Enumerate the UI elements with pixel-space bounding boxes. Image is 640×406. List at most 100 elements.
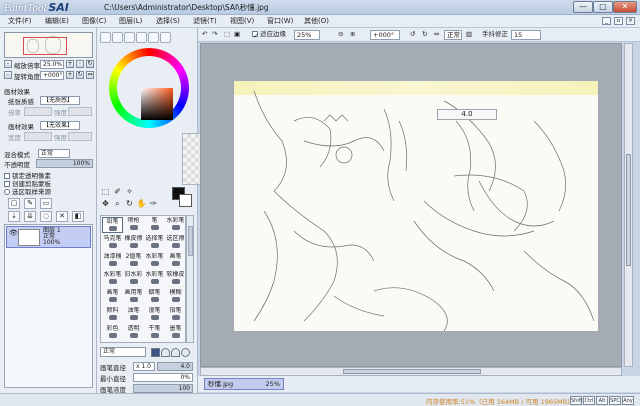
brush-tool-14[interactable]: 水彩笔 bbox=[144, 271, 165, 287]
effect-strength-slider[interactable] bbox=[68, 132, 92, 141]
doc-close-button[interactable]: × bbox=[626, 17, 635, 25]
brush-tool-2[interactable]: 笔 bbox=[144, 217, 165, 233]
vertical-scrollbar[interactable] bbox=[624, 43, 633, 367]
new-folder-icon[interactable]: ▭ bbox=[40, 198, 52, 209]
minimize-button[interactable]: — bbox=[573, 1, 593, 13]
new-layer-icon[interactable]: ▢ bbox=[8, 198, 20, 209]
canvas-workspace[interactable]: 4.0 bbox=[200, 43, 622, 367]
menu-file[interactable]: 文件(F) bbox=[8, 15, 45, 27]
palette-icon[interactable] bbox=[136, 32, 147, 43]
brush-grid-scrollbar[interactable] bbox=[186, 215, 194, 343]
transfer-down-icon[interactable]: ⇣ bbox=[8, 211, 20, 222]
blend-mode-select[interactable]: 正常 bbox=[38, 149, 70, 158]
horizontal-scroll-thumb[interactable] bbox=[343, 369, 481, 374]
brush-tool-8[interactable]: 油漆桶 bbox=[102, 253, 123, 269]
hand-tool-icon[interactable]: ✋ bbox=[136, 199, 147, 210]
fit-window-checkbox[interactable]: ✓ 适应边缘 bbox=[252, 30, 286, 40]
canvas-image[interactable] bbox=[234, 81, 598, 331]
brush-shape-flat[interactable] bbox=[181, 348, 190, 357]
toolbar-rotate-left-icon[interactable]: ↺ bbox=[410, 30, 415, 40]
invert-selection-icon[interactable]: ▣ bbox=[234, 30, 240, 40]
rotate-left-button[interactable]: - bbox=[4, 71, 12, 79]
brush-tool-11[interactable]: 画笔 bbox=[165, 253, 185, 269]
min-size-slider[interactable]: 0% bbox=[133, 373, 193, 382]
selection-source-radio[interactable]: 选区取样来源 bbox=[4, 186, 51, 196]
doc-minimize-button[interactable]: _ bbox=[602, 17, 611, 25]
menu-other[interactable]: 其他(O) bbox=[304, 15, 341, 27]
brush-size-multiplier[interactable]: x 1.0 bbox=[133, 362, 155, 371]
brush-tool-16[interactable]: 画笔 bbox=[102, 289, 123, 305]
brush-tool-24[interactable]: 彩色 bbox=[102, 325, 123, 341]
effect-width-slider[interactable] bbox=[24, 132, 52, 141]
color-wheel[interactable] bbox=[109, 48, 189, 128]
brush-tool-3[interactable]: 水彩笔 bbox=[165, 217, 185, 233]
flip-button[interactable]: ⇔ bbox=[86, 71, 94, 79]
brush-tool-18[interactable]: 蜡笔 bbox=[144, 289, 165, 305]
eye-icon[interactable]: 👁 bbox=[9, 229, 18, 237]
toolbar-angle-field[interactable]: +000° bbox=[370, 30, 400, 40]
brush-tool-10[interactable]: 水彩笔 bbox=[144, 253, 165, 269]
toolbar-rotate-right-icon[interactable]: ↻ bbox=[422, 30, 427, 40]
brush-size-slider[interactable]: 4.0 bbox=[157, 362, 193, 371]
new-linework-icon[interactable]: ✎ bbox=[24, 198, 36, 209]
doc-restore-button[interactable]: ▫ bbox=[614, 17, 623, 25]
brush-tool-20[interactable]: 颜料 bbox=[102, 307, 123, 323]
brush-grid-scroll-thumb[interactable] bbox=[188, 226, 193, 256]
menu-view[interactable]: 视图(V) bbox=[230, 15, 267, 27]
deselect-icon[interactable]: ⬚ bbox=[224, 30, 230, 40]
menu-select[interactable]: 选择(S) bbox=[156, 15, 193, 27]
brush-shape-round[interactable] bbox=[161, 348, 170, 357]
rotate-tool-icon[interactable]: ↻ bbox=[124, 199, 135, 210]
brush-tool-23[interactable]: 指笔 bbox=[165, 307, 185, 323]
brush-shape-sharp[interactable] bbox=[151, 348, 160, 357]
brush-tool-22[interactable]: 漫笔 bbox=[144, 307, 165, 323]
magic-wand-icon[interactable]: ✧ bbox=[124, 187, 135, 198]
rotate-right-button[interactable]: + bbox=[66, 71, 74, 79]
menu-edit[interactable]: 编辑(E) bbox=[45, 15, 82, 27]
brush-tool-5[interactable]: 橡皮擦 bbox=[123, 235, 144, 251]
background-color-swatch[interactable] bbox=[179, 194, 192, 207]
brush-tool-6[interactable]: 选择笔 bbox=[144, 235, 165, 251]
brush-tool-0[interactable]: 铅笔 bbox=[102, 217, 123, 233]
menu-window[interactable]: 窗口(W) bbox=[267, 15, 304, 27]
color-wheel-icon[interactable] bbox=[100, 32, 111, 43]
navigator-viewport-frame[interactable] bbox=[23, 37, 67, 55]
paper-scale-slider[interactable] bbox=[24, 107, 52, 116]
zoom-reset-button[interactable]: ↻ bbox=[86, 60, 94, 68]
layer-row[interactable]: 👁 图层 1 正常 100% bbox=[6, 226, 91, 248]
brush-blend-select[interactable]: 正常 bbox=[100, 347, 146, 357]
zoom-fit-button[interactable]: ◦ bbox=[76, 60, 84, 68]
paper-texture-select[interactable]: 【无质感】 bbox=[40, 96, 80, 105]
toolbar-zoom-out-icon[interactable]: ⊖ bbox=[338, 30, 343, 40]
brush-tool-15[interactable]: 软橡皮 bbox=[165, 271, 185, 287]
opacity-slider[interactable]: 100% bbox=[36, 159, 93, 168]
maximize-button[interactable]: □ bbox=[593, 1, 613, 13]
menu-filter[interactable]: 滤镜(T) bbox=[193, 15, 230, 27]
hsv-slider-icon[interactable] bbox=[124, 32, 135, 43]
document-tab[interactable]: 秒懂.jpg 25% bbox=[204, 378, 284, 390]
toolbar-zoom-field[interactable]: 25% bbox=[294, 30, 320, 40]
clear-layer-icon[interactable]: ◌ bbox=[40, 211, 52, 222]
rotate-reset-button[interactable]: ↻ bbox=[76, 71, 84, 79]
brush-tool-1[interactable]: 喷枪 bbox=[123, 217, 144, 233]
move-icon[interactable]: ✥ bbox=[100, 199, 111, 210]
angle-field[interactable]: +000° bbox=[40, 71, 64, 80]
horizontal-scrollbar[interactable] bbox=[200, 367, 622, 376]
close-button[interactable]: ✕ bbox=[613, 1, 637, 13]
brush-tool-9[interactable]: 2值笔 bbox=[123, 253, 144, 269]
density-slider[interactable]: 100 bbox=[133, 384, 193, 393]
redo-icon[interactable]: ↷ bbox=[212, 30, 217, 40]
brush-tool-7[interactable]: 选区擦 bbox=[165, 235, 185, 251]
layer-mask-icon[interactable]: ◧ bbox=[72, 211, 84, 222]
scratchpad-icon[interactable] bbox=[160, 32, 171, 43]
brush-tool-4[interactable]: 马克笔 bbox=[102, 235, 123, 251]
lasso-icon[interactable]: ✐ bbox=[112, 187, 123, 198]
toolbar-bars-icon[interactable]: ▥ bbox=[466, 30, 472, 40]
menu-layer[interactable]: 图层(L) bbox=[119, 15, 156, 27]
swatch-icon[interactable] bbox=[148, 32, 159, 43]
stabilizer-select[interactable]: 15 bbox=[511, 30, 541, 40]
toolbar-flip-icon[interactable]: ⇔ bbox=[434, 30, 439, 40]
brush-tool-25[interactable]: 透明 bbox=[123, 325, 144, 341]
undo-icon[interactable]: ↶ bbox=[202, 30, 207, 40]
merge-down-icon[interactable]: ⇊ bbox=[24, 211, 36, 222]
